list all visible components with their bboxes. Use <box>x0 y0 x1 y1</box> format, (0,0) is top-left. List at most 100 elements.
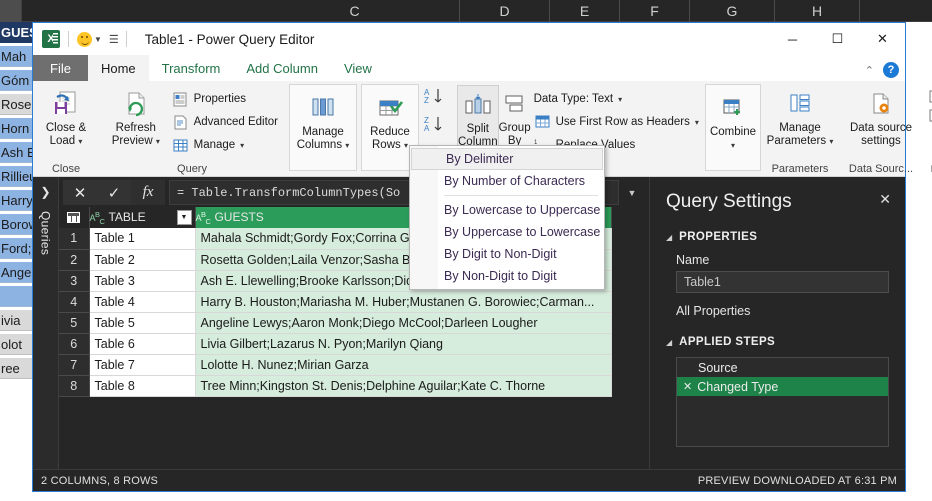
column-filter-button[interactable]: ▼ <box>176 210 192 225</box>
properties-section-label: PROPERTIES <box>679 231 758 243</box>
menu-item-by-delimiter[interactable]: By Delimiter <box>411 148 603 170</box>
row-number[interactable]: 6 <box>59 333 90 355</box>
table-row[interactable]: 4 Table 4 Harry B. Houston;Mariasha M. Hub… <box>59 291 612 313</box>
menu-item-by-non-digit-to-digit[interactable]: By Non-Digit to Digit <box>410 265 604 287</box>
properties-button[interactable]: Properties <box>169 88 281 110</box>
close-and-load-button[interactable]: Close & Load ▾ <box>37 85 95 148</box>
sort-ascending-button[interactable]: A Z <box>423 87 449 110</box>
all-properties-link[interactable]: All Properties <box>676 304 889 318</box>
table-row[interactable]: 7 Table 7 Lolotte H. Nunez;Mirian Garza <box>59 354 612 376</box>
cell-table[interactable]: Table 4 <box>89 291 196 313</box>
close-button[interactable]: ✕ <box>860 23 905 55</box>
close-and-load-icon <box>51 88 81 122</box>
excel-column-header[interactable]: F <box>620 0 690 22</box>
reduce-rows-button[interactable]: Reduce Rows ▾ <box>366 89 414 152</box>
manage-button[interactable]: Manage ▾ <box>169 134 281 156</box>
ribbon-controls: ⌃ ? <box>865 62 899 78</box>
cell-table[interactable]: Table 7 <box>89 354 196 376</box>
row-number[interactable]: 5 <box>59 312 90 334</box>
row-number[interactable]: 2 <box>59 249 90 271</box>
tab-transform[interactable]: Transform <box>149 55 234 81</box>
cell-guests[interactable]: Harry B. Houston;Mariasha M. Huber;Musta… <box>195 291 612 313</box>
table-row[interactable]: 5 Table 5 Angeline Lewys;Aaron Monk;Diego … <box>59 312 612 334</box>
excel-column-header[interactable]: E <box>550 0 620 22</box>
column-header-table[interactable]: ABC TABLE ▼ <box>89 207 196 228</box>
toolbar-separator-2 <box>125 31 127 47</box>
tab-view[interactable]: View <box>331 55 385 81</box>
properties-section-header[interactable]: ◢ PROPERTIES <box>666 231 889 243</box>
accept-check-icon[interactable]: ✓ <box>97 180 131 205</box>
group-by-button[interactable]: Group By <box>499 85 531 148</box>
close-x-icon[interactable]: ✕ <box>879 191 891 208</box>
delete-step-x-icon[interactable]: ✕ <box>683 380 692 393</box>
applied-step[interactable]: Source <box>677 358 888 377</box>
cancel-x-icon[interactable]: ✕ <box>63 180 97 205</box>
combine-button[interactable]: Combine ▾ <box>710 89 756 152</box>
tab-add-column[interactable]: Add Column <box>233 55 331 81</box>
data-source-settings-button[interactable]: Data source settings <box>843 85 919 148</box>
chevron-down-icon[interactable]: ▼ <box>619 180 645 205</box>
cell-table[interactable]: Table 1 <box>89 228 196 250</box>
ribbon-overflow-arrow-icon[interactable]: ▶ <box>927 160 932 177</box>
sort-descending-button[interactable]: Z A <box>423 115 449 138</box>
applied-step[interactable]: ✕ Changed Type <box>677 377 888 396</box>
use-first-row-as-headers-button[interactable]: Use First Row as Headers ▾ <box>531 111 702 133</box>
cell-table[interactable]: Table 3 <box>89 270 196 292</box>
ribbon-group-overflow: ▶ <box>923 81 932 177</box>
chevron-up-icon[interactable]: ⌃ <box>865 64 874 77</box>
close-and-load-label: Close & Load ▾ <box>45 122 87 147</box>
excel-column-header[interactable]: C <box>250 0 460 22</box>
applied-steps-section-header[interactable]: ◢ APPLIED STEPS <box>666 336 889 348</box>
row-number[interactable]: 7 <box>59 354 90 376</box>
table-grid-icon[interactable] <box>59 207 90 228</box>
excel-select-all-corner[interactable] <box>0 0 22 22</box>
overflow-item-2-icon[interactable] <box>927 108 932 124</box>
cell-table[interactable]: Table 6 <box>89 333 196 355</box>
row-number[interactable]: 1 <box>59 228 90 250</box>
cell-guests[interactable]: Livia Gilbert;Lazarus N. Pyon;Marilyn Qi… <box>195 333 612 355</box>
excel-column-header[interactable]: H <box>775 0 860 22</box>
more-commands-icon[interactable]: ☰ <box>109 33 119 46</box>
row-number[interactable]: 3 <box>59 270 90 292</box>
menu-item-by-number-of-characters[interactable]: By Number of Characters <box>410 170 604 192</box>
ribbon-group-data-source: Data source settings Data Sourc... <box>839 81 923 177</box>
menu-item-by-digit-to-non-digit[interactable]: By Digit to Non-Digit <box>410 243 604 265</box>
minimize-button[interactable]: ─ <box>770 23 815 55</box>
maximize-button[interactable]: ☐ <box>815 23 860 55</box>
cell-table[interactable]: Table 8 <box>89 375 196 397</box>
column-header-table-label: TABLE <box>108 209 146 224</box>
name-field-label: Name <box>676 253 710 267</box>
row-number[interactable]: 4 <box>59 291 90 313</box>
smiley-face-icon[interactable] <box>77 31 92 47</box>
tab-file[interactable]: File <box>33 55 88 81</box>
excel-column-header[interactable]: D <box>460 0 550 22</box>
tab-home[interactable]: Home <box>87 55 149 81</box>
menu-item-by-lowercase-to-uppercase[interactable]: By Lowercase to Uppercase <box>410 199 604 221</box>
chevron-right-icon[interactable]: ❯ <box>40 185 50 199</box>
chevron-down-icon: ▾ <box>240 140 245 150</box>
refresh-preview-button[interactable]: Refresh Preview ▾ <box>103 85 169 148</box>
queries-pane-collapsed[interactable]: ❯ Queries <box>33 177 59 469</box>
manage-columns-icon <box>309 92 337 126</box>
excel-column-header[interactable]: G <box>690 0 775 22</box>
sort-descending-icon: Z A <box>424 116 442 133</box>
data-type-button[interactable]: Data Type: Text ▾ <box>531 88 702 110</box>
cell-table[interactable]: Table 2 <box>89 249 196 271</box>
table-row[interactable]: 8 Table 8 Tree Minn;Kingston St. Denis;Del… <box>59 375 612 397</box>
help-button[interactable]: ? <box>883 62 899 78</box>
name-field-input[interactable]: Table1 <box>676 271 889 293</box>
table-row[interactable]: 6 Table 6 Livia Gilbert;Lazarus N. Pyon;Ma… <box>59 333 612 355</box>
cell-table[interactable]: Table 5 <box>89 312 196 334</box>
row-number[interactable]: 8 <box>59 375 90 397</box>
overflow-item-1-icon[interactable] <box>927 89 932 105</box>
cell-guests[interactable]: Lolotte H. Nunez;Mirian Garza <box>195 354 612 376</box>
chevron-down-icon[interactable]: ▼ <box>94 35 102 44</box>
manage-columns-button[interactable]: Manage Columns ▾ <box>294 89 352 152</box>
menu-separator <box>444 195 598 196</box>
advanced-editor-button[interactable]: Advanced Editor <box>169 111 281 133</box>
cell-guests[interactable]: Tree Minn;Kingston St. Denis;Delphine Ag… <box>195 375 612 397</box>
ribbon-group-reduce-rows-label <box>366 153 414 170</box>
cell-guests[interactable]: Angeline Lewys;Aaron Monk;Diego McCool;D… <box>195 312 612 334</box>
menu-item-by-uppercase-to-lowercase[interactable]: By Uppercase to Lowercase <box>410 221 604 243</box>
manage-parameters-button[interactable]: Manage Parameters ▾ <box>765 85 835 148</box>
